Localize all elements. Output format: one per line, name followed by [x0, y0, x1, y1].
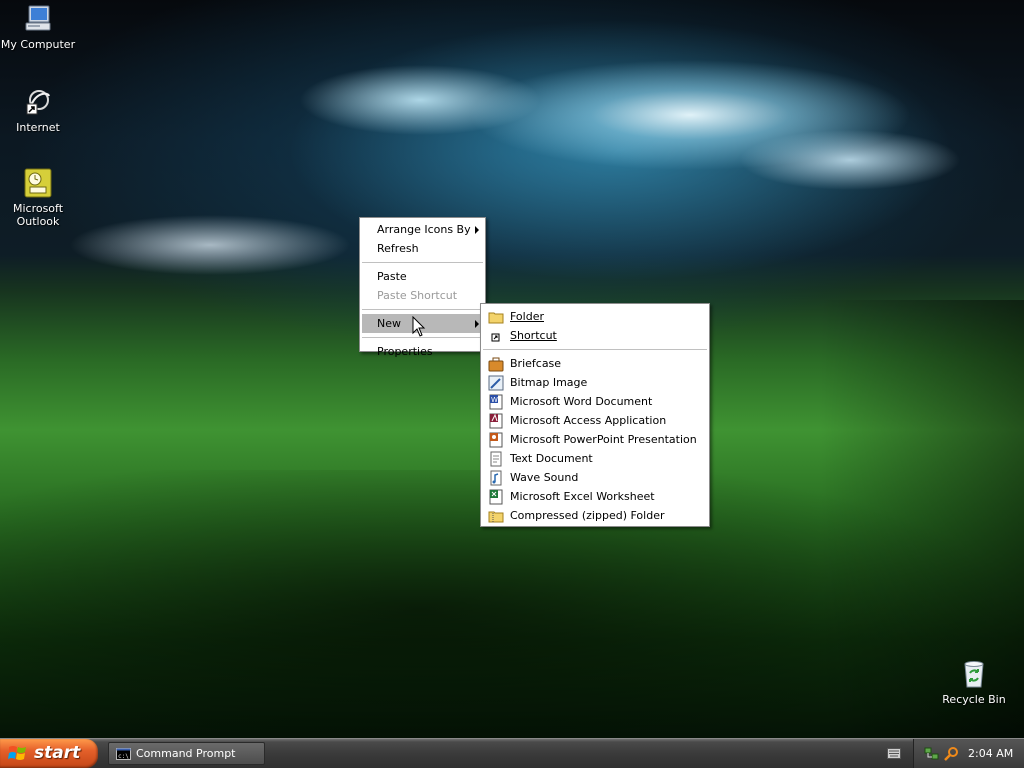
submenu-item-label: Folder [510, 310, 544, 323]
internet-explorer-shortcut-icon [26, 90, 50, 115]
submenu-item-bitmap-image[interactable]: Bitmap Image [481, 373, 709, 392]
folder-icon [488, 312, 504, 324]
submenu-item-shortcut[interactable]: Shortcut [481, 326, 709, 345]
keyboard-icon[interactable] [887, 748, 901, 759]
menu-item-label: Properties [377, 345, 433, 358]
menu-separator [362, 309, 483, 310]
submenu-item-label: Microsoft Excel Worksheet [510, 490, 655, 503]
submenu-item-text-document[interactable]: Text Document [481, 449, 709, 468]
bitmap-image-icon [488, 375, 504, 391]
windows-logo-icon [8, 746, 26, 760]
menu-item-paste-shortcut: Paste Shortcut [360, 286, 485, 305]
menu-item-refresh[interactable]: Refresh [360, 239, 485, 258]
mouse-cursor-icon [412, 316, 426, 337]
menu-item-label: Arrange Icons By [377, 223, 471, 236]
submenu-item-wave-sound[interactable]: Wave Sound [481, 468, 709, 487]
submenu-item-label: Microsoft Access Application [510, 414, 667, 427]
submenu-item-access-application[interactable]: Microsoft Access Application [481, 411, 709, 430]
submenu-arrow-icon [475, 226, 479, 234]
command-prompt-icon: c:\ [116, 748, 131, 760]
submenu-item-label: Text Document [510, 452, 593, 465]
menu-separator [483, 349, 707, 350]
submenu-item-label: Bitmap Image [510, 376, 588, 389]
start-label: start [34, 743, 81, 763]
desktop-icon-label: Internet [16, 121, 60, 134]
zipped-folder-icon [488, 511, 504, 523]
menu-item-arrange-icons-by[interactable]: Arrange Icons By [360, 220, 485, 239]
submenu-item-word-document[interactable]: W Microsoft Word Document [481, 392, 709, 411]
taskbar: start c:\ Command Prompt 2:04 AM [0, 738, 1024, 768]
submenu-item-label: Shortcut [510, 329, 557, 342]
menu-item-properties[interactable]: Properties [360, 342, 485, 361]
submenu-arrow-icon [475, 320, 479, 328]
network-icon[interactable] [924, 746, 939, 761]
menu-item-paste[interactable]: Paste [360, 267, 485, 286]
start-button[interactable]: start [0, 739, 98, 768]
menu-item-label: Refresh [377, 242, 419, 255]
excel-worksheet-icon [489, 489, 503, 505]
system-tray: 2:04 AM [913, 739, 1024, 768]
taskbar-clock[interactable]: 2:04 AM [968, 747, 1013, 760]
search-magnifier-icon[interactable] [944, 746, 959, 761]
submenu-item-folder[interactable]: Folder [481, 307, 709, 326]
taskbar-button-command-prompt[interactable]: c:\ Command Prompt [108, 742, 265, 765]
svg-text:W: W [491, 396, 498, 404]
menu-item-label: New [377, 317, 401, 330]
submenu-item-label: Briefcase [510, 357, 562, 370]
briefcase-icon [488, 357, 504, 372]
menu-item-label: Paste [377, 270, 407, 283]
desktop-icon-label: My Computer [0, 38, 76, 51]
submenu-item-label: Wave Sound [510, 471, 579, 484]
menu-separator [362, 262, 483, 263]
new-submenu: Folder Shortcut Briefcase Bitmap Image W… [480, 303, 710, 527]
taskbar-button-label: Command Prompt [136, 747, 236, 760]
powerpoint-presentation-icon [489, 432, 503, 448]
shortcut-icon [491, 333, 500, 342]
desktop-icon-recycle-bin[interactable]: Recycle Bin [936, 658, 1012, 706]
submenu-item-compressed-folder[interactable]: Compressed (zipped) Folder [481, 506, 709, 525]
submenu-item-excel-worksheet[interactable]: Microsoft Excel Worksheet [481, 487, 709, 506]
desktop-icon-label: Recycle Bin [942, 693, 1006, 706]
desktop-icon-label: Microsoft Outlook [12, 202, 64, 228]
svg-text:c:\: c:\ [118, 753, 129, 760]
recycle-bin-icon [964, 661, 984, 688]
submenu-item-powerpoint-presentation[interactable]: Microsoft PowerPoint Presentation [481, 430, 709, 449]
word-document-icon: W [489, 394, 503, 410]
submenu-item-briefcase[interactable]: Briefcase [481, 354, 709, 373]
submenu-item-label: Microsoft Word Document [510, 395, 653, 408]
submenu-item-label: Microsoft PowerPoint Presentation [510, 433, 697, 446]
outlook-icon [24, 168, 52, 198]
my-computer-icon [25, 5, 51, 31]
desktop[interactable]: My Computer Internet Microsoft Outlook R… [0, 0, 1024, 738]
menu-item-label: Paste Shortcut [377, 289, 458, 302]
desktop-icon-my-computer[interactable]: My Computer [0, 3, 76, 51]
desktop-icon-microsoft-outlook[interactable]: Microsoft Outlook [0, 167, 76, 228]
wave-sound-icon [490, 470, 502, 486]
text-document-icon [490, 451, 502, 467]
submenu-item-label: Compressed (zipped) Folder [510, 509, 665, 522]
desktop-icon-internet[interactable]: Internet [0, 86, 76, 134]
access-application-icon [489, 413, 503, 429]
